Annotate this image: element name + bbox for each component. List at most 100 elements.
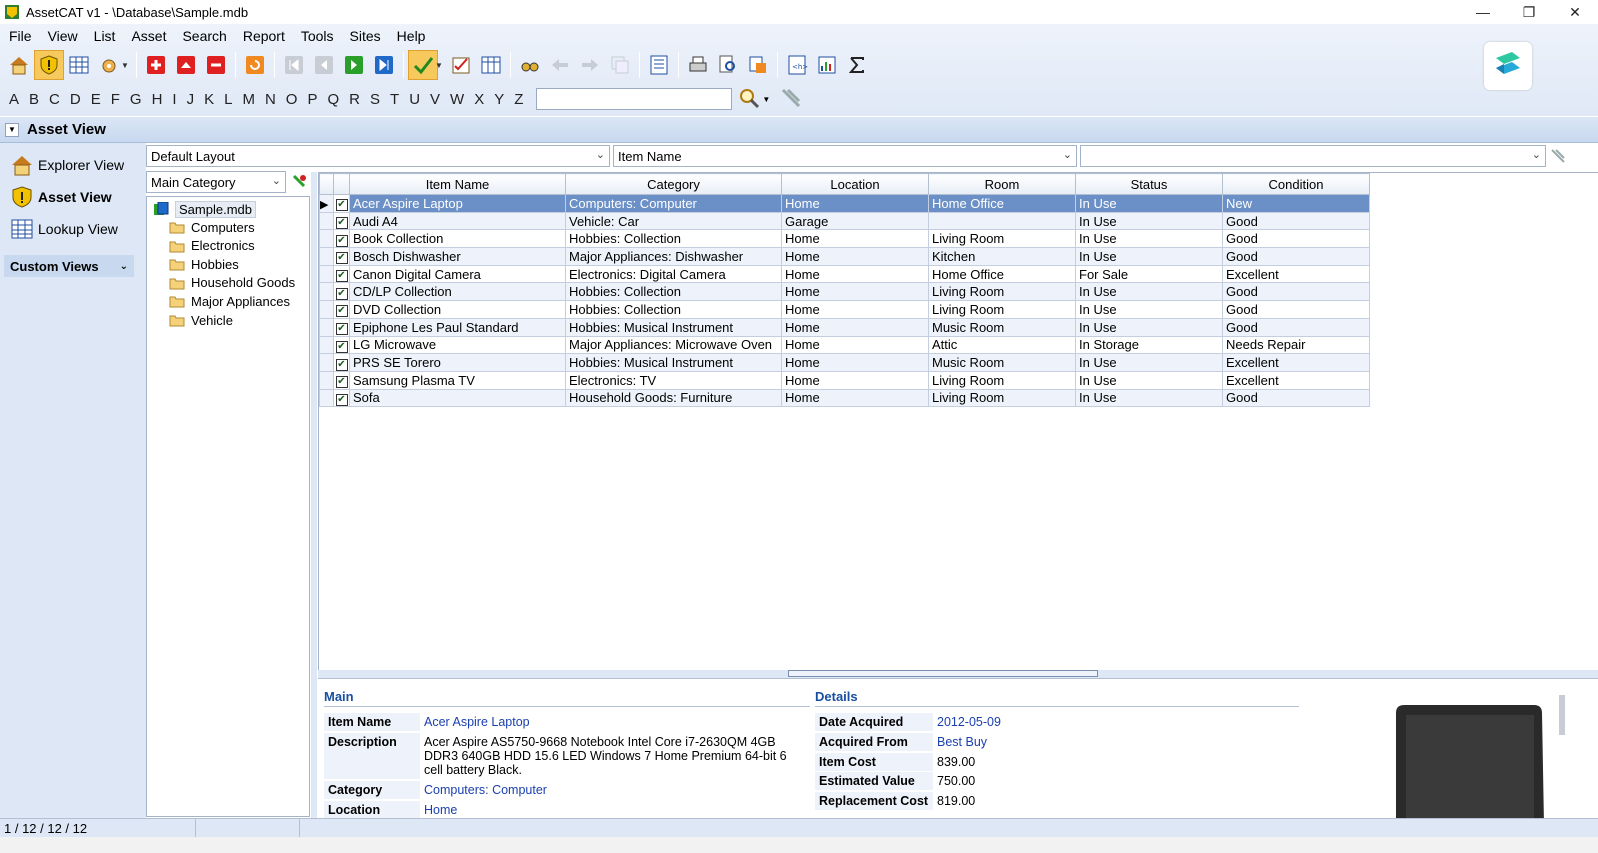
cell-room[interactable]: Music Room bbox=[928, 353, 1076, 372]
cell-category[interactable]: Hobbies: Collection bbox=[565, 282, 782, 302]
cell-location[interactable]: Garage bbox=[781, 211, 929, 231]
row-indicator[interactable] bbox=[319, 229, 334, 249]
cell-category[interactable]: Hobbies: Musical Instrument bbox=[565, 317, 782, 337]
cell-room[interactable]: Kitchen bbox=[928, 247, 1076, 266]
detail-splitter[interactable] bbox=[318, 670, 1598, 678]
alpha-filter-m[interactable]: M bbox=[237, 91, 260, 108]
cell-condition[interactable]: Good bbox=[1222, 282, 1370, 302]
alpha-filter-v[interactable]: V bbox=[425, 91, 445, 108]
form-button[interactable] bbox=[644, 50, 674, 80]
cell-item-name[interactable]: Audi A4 bbox=[349, 211, 566, 231]
table-row[interactable]: ▶ ✔ Acer Aspire Laptop Computers: Computer H… bbox=[319, 194, 1370, 213]
cell-location[interactable]: Home bbox=[781, 229, 929, 249]
table-row[interactable]: ✔ CD/LP Collection Hobbies: Collection Home… bbox=[319, 282, 1370, 302]
cell-location[interactable]: Home bbox=[781, 353, 929, 372]
cell-item-name[interactable]: Book Collection bbox=[349, 229, 566, 249]
tree-group-select[interactable]: Main Category ⌄ bbox=[146, 171, 286, 193]
menu-file[interactable]: File bbox=[0, 28, 40, 44]
check-button[interactable] bbox=[408, 50, 438, 80]
table-row[interactable]: ✔ PRS SE Torero Hobbies: Musical Instrumen… bbox=[319, 353, 1370, 372]
alpha-filter-y[interactable]: Y bbox=[489, 91, 509, 108]
cell-status[interactable]: In Use bbox=[1075, 300, 1223, 319]
refresh-button[interactable] bbox=[240, 50, 270, 80]
cell-item-name[interactable]: CD/LP Collection bbox=[349, 282, 566, 302]
cell-condition[interactable]: Needs Repair bbox=[1222, 335, 1370, 355]
alpha-filter-f[interactable]: F bbox=[106, 91, 125, 108]
row-checkbox[interactable]: ✔ bbox=[333, 229, 350, 249]
table-row[interactable]: ✔ LG Microwave Major Appliances: Microwave… bbox=[319, 335, 1370, 355]
cell-condition[interactable]: Excellent bbox=[1222, 370, 1370, 390]
row-checkbox[interactable]: ✔ bbox=[333, 282, 350, 302]
alpha-filter-i[interactable]: I bbox=[167, 91, 181, 108]
sort-select[interactable]: Item Name ⌄ bbox=[613, 145, 1077, 167]
custom-views-header[interactable]: Custom Views ⌄ bbox=[4, 255, 134, 277]
tree-item-household-goods[interactable]: Household Goods bbox=[169, 274, 295, 292]
field-value[interactable]: Acer Aspire Laptop bbox=[420, 713, 808, 731]
alpha-filter-c[interactable]: C bbox=[44, 91, 65, 108]
cell-condition[interactable]: Good bbox=[1222, 388, 1370, 408]
cell-category[interactable]: Electronics: Digital Camera bbox=[565, 264, 782, 284]
cell-condition[interactable]: Good bbox=[1222, 300, 1370, 319]
last-record-button[interactable] bbox=[369, 50, 399, 80]
html-report-button[interactable]: <h> bbox=[782, 50, 812, 80]
cell-item-name[interactable]: Canon Digital Camera bbox=[349, 264, 566, 284]
cell-status[interactable]: In Use bbox=[1075, 353, 1223, 372]
cell-location[interactable]: Home bbox=[781, 264, 929, 284]
find-button[interactable] bbox=[515, 50, 545, 80]
table-row[interactable]: ✔ Sofa Household Goods: Furniture Home Livin… bbox=[319, 388, 1370, 408]
table-row[interactable]: ✔ Canon Digital Camera Electronics: Digita… bbox=[319, 264, 1370, 284]
cell-status[interactable]: In Use bbox=[1075, 229, 1223, 249]
nav-lookup-view[interactable]: Lookup View bbox=[0, 213, 140, 245]
alpha-filter-d[interactable]: D bbox=[65, 91, 86, 108]
cell-status[interactable]: In Use bbox=[1075, 317, 1223, 337]
cell-room[interactable]: Home Office bbox=[928, 264, 1076, 284]
row-checkbox[interactable]: ✔ bbox=[333, 370, 350, 390]
restore-button[interactable]: ❐ bbox=[1506, 0, 1552, 24]
alpha-filter-t[interactable]: T bbox=[385, 91, 404, 108]
cell-item-name[interactable]: Acer Aspire Laptop bbox=[349, 194, 566, 213]
row-indicator[interactable] bbox=[319, 247, 334, 266]
table-row[interactable]: ✔ Epiphone Les Paul Standard Hobbies: Musi… bbox=[319, 317, 1370, 337]
next-record-button[interactable] bbox=[339, 50, 369, 80]
alpha-filter-q[interactable]: Q bbox=[322, 91, 344, 108]
cell-status[interactable]: In Storage bbox=[1075, 335, 1223, 355]
alpha-filter-u[interactable]: U bbox=[404, 91, 425, 108]
row-indicator[interactable] bbox=[319, 353, 334, 372]
search-icon[interactable] bbox=[738, 87, 760, 112]
row-checkbox[interactable]: ✔ bbox=[333, 194, 350, 213]
cell-room[interactable]: Attic bbox=[928, 335, 1076, 355]
cell-room[interactable]: Music Room bbox=[928, 317, 1076, 337]
table-row[interactable]: ✔ Bosch Dishwasher Major Appliances: Dishw… bbox=[319, 247, 1370, 266]
clear-search-icon[interactable] bbox=[780, 87, 802, 112]
cell-status[interactable]: In Use bbox=[1075, 370, 1223, 390]
column-header-location[interactable]: Location bbox=[781, 173, 929, 195]
field-value[interactable]: Best Buy bbox=[933, 733, 1297, 751]
column-header-item-name[interactable]: Item Name bbox=[349, 173, 566, 195]
cell-category[interactable]: Electronics: TV bbox=[565, 370, 782, 390]
quick-search-input[interactable] bbox=[536, 88, 733, 110]
alpha-filter-o[interactable]: O bbox=[281, 91, 303, 108]
cell-room[interactable]: Living Room bbox=[928, 282, 1076, 302]
export-button[interactable] bbox=[743, 50, 773, 80]
cell-category[interactable]: Major Appliances: Microwave Oven bbox=[565, 335, 782, 355]
column-header-status[interactable]: Status bbox=[1075, 173, 1223, 195]
search-dropdown-arrow[interactable]: ▼ bbox=[762, 95, 770, 104]
cell-location[interactable]: Home bbox=[781, 194, 929, 213]
alpha-filter-e[interactable]: E bbox=[86, 91, 106, 108]
cell-item-name[interactable]: Samsung Plasma TV bbox=[349, 370, 566, 390]
menu-report[interactable]: Report bbox=[235, 28, 293, 44]
cell-room[interactable]: Home Office bbox=[928, 194, 1076, 213]
tree-action-icon[interactable] bbox=[291, 173, 307, 192]
row-checkbox[interactable]: ✔ bbox=[333, 317, 350, 337]
cell-item-name[interactable]: Epiphone Les Paul Standard bbox=[349, 317, 566, 337]
alpha-filter-s[interactable]: S bbox=[365, 91, 385, 108]
cell-item-name[interactable]: DVD Collection bbox=[349, 300, 566, 319]
field-value[interactable]: Home bbox=[420, 801, 808, 818]
cell-condition[interactable]: Good bbox=[1222, 229, 1370, 249]
cell-location[interactable]: Home bbox=[781, 282, 929, 302]
cell-condition[interactable]: Good bbox=[1222, 211, 1370, 231]
forward-button[interactable] bbox=[575, 50, 605, 80]
alpha-filter-n[interactable]: N bbox=[260, 91, 281, 108]
row-indicator[interactable]: ▶ bbox=[319, 194, 334, 213]
cell-condition[interactable]: Good bbox=[1222, 247, 1370, 266]
